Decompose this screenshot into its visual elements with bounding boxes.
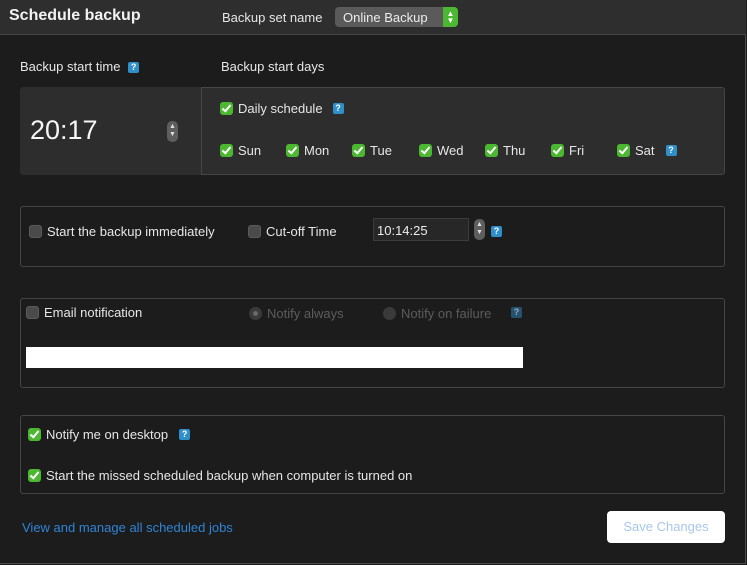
- day-checkbox-sun[interactable]: Sun: [220, 143, 261, 158]
- start-immediately-checkbox[interactable]: Start the backup immediately: [29, 224, 215, 239]
- missed-backup-label: Start the missed scheduled backup when c…: [46, 468, 413, 483]
- day-label: Wed: [437, 143, 464, 158]
- day-label: Tue: [370, 143, 392, 158]
- day-label: Thu: [503, 143, 526, 158]
- day-checkbox-fri[interactable]: Fri: [551, 143, 584, 158]
- checkbox-unchecked-icon: [248, 225, 261, 238]
- checkbox-checked-icon: [220, 102, 233, 115]
- cutoff-time-checkbox[interactable]: Cut-off Time: [248, 224, 337, 239]
- checkbox-unchecked-icon: [26, 306, 39, 319]
- cutoff-time-label: Cut-off Time: [266, 224, 337, 239]
- radio-unselected-icon: [383, 307, 396, 320]
- checkbox-unchecked-icon: [29, 225, 42, 238]
- start-time-label: Backup start time: [20, 59, 121, 74]
- day-checkbox-wed[interactable]: Wed: [419, 143, 464, 158]
- checkbox-checked-icon: [28, 428, 41, 441]
- daily-schedule-checkbox[interactable]: Daily schedule ?: [220, 101, 344, 116]
- notify-on-failure-label: Notify on failure: [401, 306, 492, 321]
- header-bar: Schedule backup Backup set name Online B…: [0, 0, 746, 35]
- day-label: Fri: [569, 143, 585, 158]
- checkbox-checked-icon: [617, 144, 630, 157]
- checkbox-checked-icon: [28, 469, 41, 482]
- checkbox-checked-icon: [551, 144, 564, 157]
- help-icon[interactable]: ?: [332, 103, 344, 114]
- help-icon[interactable]: ?: [128, 62, 140, 74]
- checkbox-checked-icon: [286, 144, 299, 157]
- day-checkbox-sat[interactable]: Sat ?: [617, 143, 677, 158]
- daily-schedule-label: Daily schedule: [238, 101, 323, 116]
- day-label: Sat: [635, 143, 655, 158]
- help-icon[interactable]: ?: [491, 226, 502, 237]
- notify-always-label: Notify always: [267, 306, 344, 321]
- save-changes-button[interactable]: Save Changes: [607, 511, 725, 543]
- notify-desktop-checkbox[interactable]: Notify me on desktop ?: [28, 427, 191, 442]
- checkbox-checked-icon: [419, 144, 432, 157]
- day-label: Mon: [304, 143, 330, 158]
- start-time-field[interactable]: 20:17 ▲ ▼: [20, 87, 202, 175]
- radio-selected-icon: [249, 307, 262, 320]
- day-label: Sun: [238, 143, 262, 158]
- start-immediately-label: Start the backup immediately: [47, 224, 215, 239]
- cutoff-time-input[interactable]: 10:14:25: [373, 218, 469, 241]
- email-notification-checkbox[interactable]: Email notification: [26, 305, 142, 320]
- cutoff-time-stepper[interactable]: ▲ ▼: [474, 219, 485, 240]
- help-icon[interactable]: ?: [665, 145, 677, 156]
- checkbox-checked-icon: [352, 144, 365, 157]
- start-days-label: Backup start days: [221, 59, 325, 74]
- time-stepper[interactable]: ▲ ▼: [167, 121, 178, 142]
- notify-desktop-label: Notify me on desktop: [46, 427, 169, 442]
- help-icon[interactable]: ?: [179, 429, 191, 440]
- notify-always-radio[interactable]: Notify always: [249, 306, 344, 321]
- backup-set-select[interactable]: Online Backup ▲ ▼: [335, 7, 458, 27]
- checkbox-checked-icon: [485, 144, 498, 157]
- backup-set-value: Online Backup: [343, 10, 428, 25]
- help-icon[interactable]: ?: [511, 307, 522, 318]
- notify-on-failure-radio[interactable]: Notify on failure: [383, 306, 491, 321]
- checkbox-checked-icon: [220, 144, 233, 157]
- day-checkbox-thu[interactable]: Thu: [485, 143, 525, 158]
- email-address-input[interactable]: [26, 347, 523, 368]
- updown-chevron-icon: ▲ ▼: [443, 7, 458, 27]
- start-time-label-row: Backup start time ?: [20, 59, 140, 74]
- missed-backup-checkbox[interactable]: Start the missed scheduled backup when c…: [28, 468, 412, 483]
- day-checkbox-mon[interactable]: Mon: [286, 143, 329, 158]
- day-checkbox-tue[interactable]: Tue: [352, 143, 392, 158]
- email-notification-label: Email notification: [44, 305, 143, 320]
- start-days-panel: Daily schedule ? Sun Mon Tue Wed Thu Fri…: [201, 87, 725, 175]
- page-title: Schedule backup: [9, 7, 141, 24]
- start-time-value[interactable]: 20:17: [30, 115, 98, 146]
- backup-set-label: Backup set name: [222, 10, 323, 25]
- view-scheduled-jobs-link[interactable]: View and manage all scheduled jobs: [22, 520, 233, 535]
